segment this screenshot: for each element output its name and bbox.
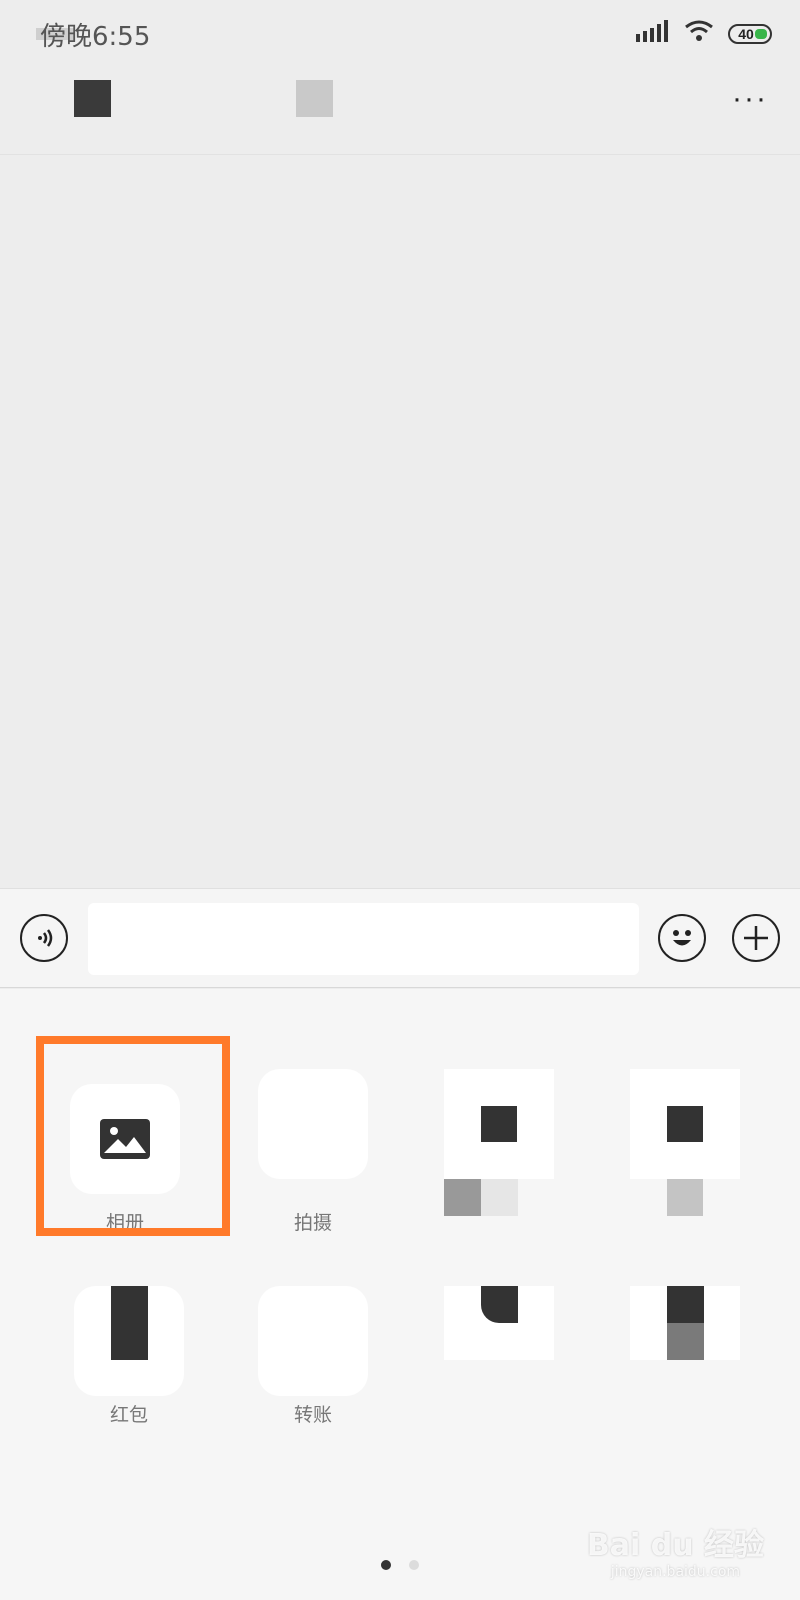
emoji-icon	[673, 930, 691, 946]
battery-icon: 40	[728, 23, 772, 44]
transfer-icon[interactable]	[258, 1286, 368, 1396]
signal-icon	[636, 20, 670, 47]
page-dot-active[interactable]	[381, 1560, 391, 1570]
chat-title-redacted	[296, 80, 333, 117]
camera-icon[interactable]	[258, 1069, 368, 1179]
wifi-icon	[684, 20, 714, 47]
album-tile[interactable]	[70, 1084, 180, 1194]
input-bar	[0, 888, 800, 988]
plus-button[interactable]	[732, 914, 780, 962]
voice-button[interactable]	[20, 914, 68, 962]
back-button[interactable]	[74, 80, 111, 117]
video-call-icon[interactable]	[444, 1069, 554, 1179]
image-icon	[100, 1119, 150, 1159]
panel-item-label: 红包	[109, 1404, 148, 1426]
more-options-button[interactable]: ···	[732, 82, 768, 116]
chat-header: ···	[0, 64, 800, 155]
emoji-button[interactable]	[658, 914, 706, 962]
watermark-main: Bai du 经验	[586, 1528, 764, 1563]
battery-level: 40	[738, 25, 754, 42]
page-dot[interactable]	[409, 1560, 419, 1570]
status-bar: 傍晚6:55 40	[0, 0, 800, 64]
red-packet-icon[interactable]	[74, 1286, 184, 1396]
watermark-logo: Bai du 经验 jingyan.baidu.com	[587, 1520, 764, 1580]
status-icons: 40	[636, 20, 772, 47]
panel-item-label: 拍摄	[293, 1212, 332, 1234]
location-icon[interactable]	[630, 1069, 740, 1179]
message-input[interactable]	[88, 903, 639, 975]
function-panel: 相册 拍摄 红包 转账	[0, 989, 800, 1600]
panel-item-label: 转账	[293, 1404, 332, 1426]
voice-input-icon[interactable]	[444, 1286, 554, 1360]
watermark-sub: jingyan.baidu.com	[610, 1564, 741, 1580]
favorites-icon[interactable]	[630, 1286, 740, 1360]
voice-icon	[38, 929, 53, 947]
status-time: 傍晚6:55	[40, 22, 151, 52]
panel-item-label: 相册	[105, 1212, 144, 1234]
plus-icon	[744, 926, 768, 950]
chat-message-area[interactable]	[0, 155, 800, 888]
